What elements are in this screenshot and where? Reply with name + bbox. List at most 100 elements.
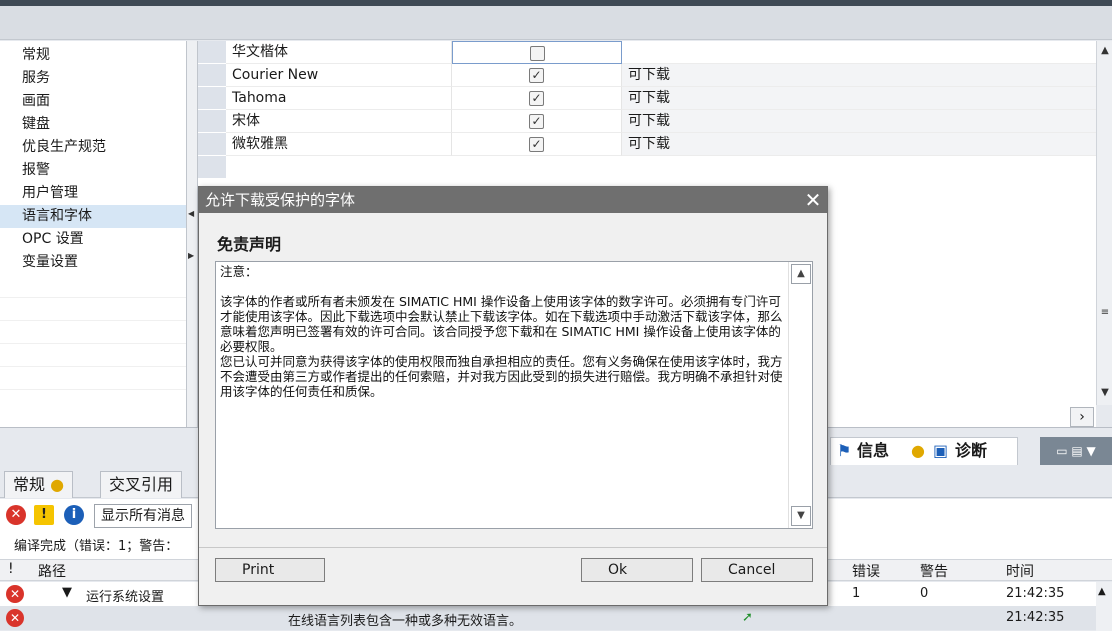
disclaimer-textbox[interactable]: 注意： 该字体的作者或所有者未颁发在 SIMATIC HMI 操作设备上使用该字… [215,261,813,529]
nav-item-services[interactable]: 服务 [0,67,190,90]
disclaimer-text: 注意： 该字体的作者或所有者未颁发在 SIMATIC HMI 操作设备上使用该字… [220,264,786,399]
expand-arrow-icon[interactable]: ▼ [62,585,72,600]
table-row: 微软雅黑 ✓ 可下载 [198,133,1096,156]
scroll-up-icon[interactable]: ▲ [1098,586,1106,597]
error-icon: ✕ [6,609,24,627]
tab-general-label: 常规 [13,475,46,494]
row-header[interactable] [198,133,226,156]
ok-button[interactable]: Ok [581,558,693,582]
tab-diagnostics[interactable]: 诊断 [955,438,987,464]
table-row: 华文楷体 [198,41,1096,64]
disclaimer-paragraph-1: 该字体的作者或所有者未颁发在 SIMATIC HMI 操作设备上使用该字体的数字… [220,294,783,354]
inspector-tabs: ⚑ 信息 ● ▣ 诊断 [830,437,1018,465]
font-download-dialog: 允许下载受保护的字体 ✕ 免责声明 注意： 该字体的作者或所有者未颁发在 SIM… [198,186,828,606]
goto-arrow-icon[interactable]: ➚ [742,610,753,625]
disclaimer-paragraph-2: 您已认可并同意为获得该字体的使用权限而独自承担相应的责任。您有义务确保在使用该字… [220,354,783,399]
nav-divider [0,366,190,367]
row-header[interactable] [198,87,226,110]
nav-item-general[interactable]: 常规 [0,44,190,67]
message-time: 21:42:35 [1006,586,1065,601]
close-icon[interactable]: ✕ [799,187,827,213]
nav-item-screens[interactable]: 画面 [0,90,190,113]
scroll-up-icon[interactable]: ▲ [791,264,811,284]
download-checkbox[interactable]: ✓ [529,91,544,106]
toolbar [0,6,1112,40]
download-checkbox[interactable] [530,46,545,61]
scroll-up-icon[interactable]: ▲ [1098,45,1112,61]
diagnostics-icon: ▣ [933,441,949,460]
panel-window-controls[interactable]: ▭ ▤ ▼ [1040,437,1112,465]
col-path[interactable]: 路径 [38,561,66,581]
message-time: 21:42:35 [1006,610,1065,625]
message-warnings: 0 [920,586,929,601]
expand-right-icon[interactable]: ▶ [188,251,194,260]
download-checkbox-cell[interactable] [452,41,622,64]
message-scrollbar[interactable]: ▲ [1096,582,1112,631]
message-description: 在线语言列表包含一种或多种无效语言。 [288,614,523,629]
print-button[interactable]: Print [215,558,325,582]
download-status: 可下载 [622,64,946,87]
settings-nav: 常规 服务 画面 键盘 优良生产规范 报警 用户管理 语言和字体 OPC 设置 … [0,41,190,427]
table-cell [946,64,1096,87]
download-checkbox-cell[interactable]: ✓ [452,110,622,133]
info-badge-icon: ● [50,475,65,494]
info-filter-icon[interactable]: i [64,505,84,525]
cancel-button[interactable]: Cancel [701,558,813,582]
download-checkbox-cell[interactable]: ✓ [452,133,622,156]
nav-item-keyboard[interactable]: 键盘 [0,113,190,136]
download-checkbox[interactable]: ✓ [529,114,544,129]
table-cell [946,133,1096,156]
tab-info[interactable]: 信息 [857,438,889,464]
table-row: Courier New ✓ 可下载 [198,64,1096,87]
nav-item-user-management[interactable]: 用户管理 [0,182,190,205]
tab-cross-reference[interactable]: 交叉引用 [100,471,183,498]
download-checkbox[interactable]: ✓ [529,68,544,83]
download-checkbox-cell[interactable]: ✓ [452,64,622,87]
nav-item-opc[interactable]: OPC 设置 [0,228,190,251]
warning-filter-icon[interactable]: ! [34,505,54,525]
nav-divider [0,389,190,390]
dialog-title: 允许下载受保护的字体 [199,187,827,213]
table-row: 宋体 ✓ 可下载 [198,110,1096,133]
scroll-down-icon[interactable]: ▼ [791,506,811,526]
col-warnings[interactable]: 警告 [920,561,948,581]
table-row-empty [198,156,1096,179]
nav-item-language-fonts[interactable]: 语言和字体 [0,205,190,228]
col-mark: ! [8,561,14,577]
row-header[interactable] [198,41,226,64]
table-cell [946,41,1096,64]
info-badge-icon: ● [911,441,925,460]
tab-general[interactable]: 常规 ● [4,471,74,498]
download-checkbox-cell[interactable]: ✓ [452,87,622,110]
row-header[interactable] [198,156,226,179]
table-row: Tahoma ✓ 可下载 [198,87,1096,110]
textbox-scrollbar[interactable]: ▲ ▼ [788,262,812,528]
nav-divider [0,343,190,344]
error-filter-icon[interactable]: ✕ [6,505,26,525]
message-errors: 1 [852,586,861,601]
row-header[interactable] [198,110,226,133]
nav-item-tag-settings[interactable]: 变量设置 [0,251,190,274]
table-cell [946,110,1096,133]
error-icon: ✕ [6,585,24,603]
col-time[interactable]: 时间 [1006,561,1034,581]
download-checkbox[interactable]: ✓ [529,137,544,152]
row-header[interactable] [198,64,226,87]
panel-splitter[interactable]: ◀ ▶ [186,41,198,427]
nav-divider [0,320,190,321]
col-errors[interactable]: 错误 [852,561,880,581]
download-status: 可下载 [622,133,946,156]
download-status: 可下载 [622,87,946,110]
nav-item-alarms[interactable]: 报警 [0,159,190,182]
message-row[interactable]: ✕ 在线语言列表包含一种或多种无效语言。 ➚ 21:42:35 [0,606,1096,630]
show-all-messages-button[interactable]: 显示所有消息 [94,504,192,528]
font-name: 华文楷体 [226,41,452,64]
nav-item-gmp[interactable]: 优良生产规范 [0,136,190,159]
scroll-right-button[interactable]: › [1070,407,1094,427]
scroll-grip-icon[interactable]: ≡ [1098,307,1112,323]
scroll-down-icon[interactable]: ▼ [1098,387,1112,403]
collapse-left-icon[interactable]: ◀ [188,209,194,218]
table-vertical-scrollbar[interactable]: ▲ ≡ ▼ [1096,41,1112,405]
download-status [622,41,946,64]
download-status: 可下载 [622,110,946,133]
